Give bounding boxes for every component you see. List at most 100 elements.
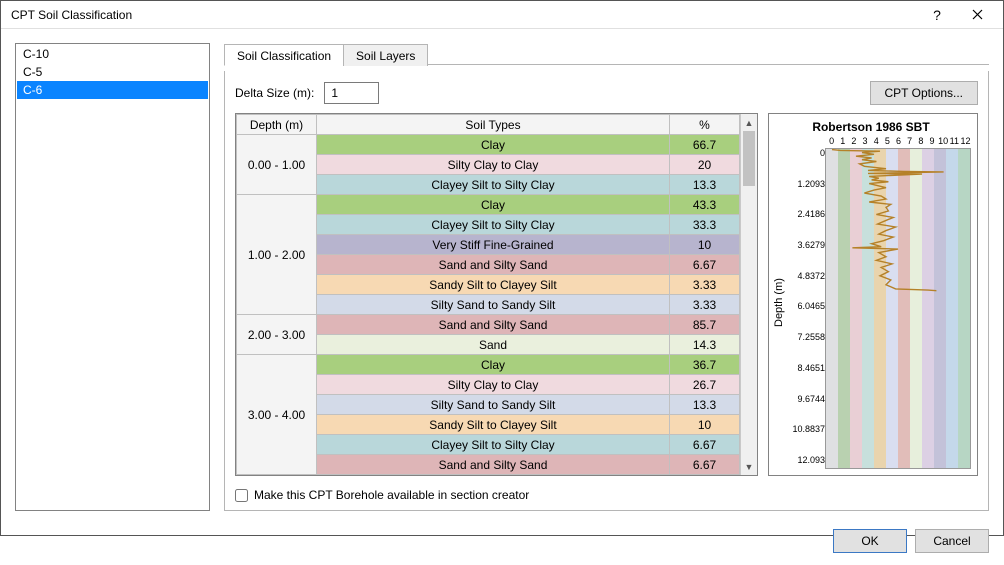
- x-tick: 7: [904, 136, 915, 148]
- pct-cell: 6.67: [670, 255, 740, 275]
- tab[interactable]: Soil Layers: [343, 44, 428, 66]
- tab[interactable]: Soil Classification: [224, 44, 344, 66]
- soil-table: Depth (m) Soil Types % 0.00 - 1.00Clay66…: [236, 114, 740, 475]
- soil-cell: Sand and Silty Sand: [317, 315, 670, 335]
- table-row[interactable]: 2.00 - 3.00Sand and Silty Sand85.7: [237, 315, 740, 335]
- soil-cell: Very Stiff Fine-Grained: [317, 235, 670, 255]
- sidebar-item[interactable]: C-10: [17, 45, 208, 63]
- pct-cell: 14.3: [670, 335, 740, 355]
- content-area: C-10C-5C-6 Soil ClassificationSoil Layer…: [1, 29, 1003, 525]
- y-tick: 3.6279: [787, 240, 825, 250]
- main-split: Depth (m) Soil Types % 0.00 - 1.00Clay66…: [235, 113, 978, 476]
- pct-cell: 36.7: [670, 355, 740, 375]
- ok-button[interactable]: OK: [833, 529, 907, 553]
- x-tick: 5: [882, 136, 893, 148]
- titlebar: CPT Soil Classification ?: [1, 1, 1003, 29]
- scroll-up-icon[interactable]: ▲: [741, 114, 757, 131]
- pct-cell: 20: [670, 155, 740, 175]
- y-tick: 10.8837: [787, 424, 825, 434]
- section-creator-label[interactable]: Make this CPT Borehole available in sect…: [254, 488, 529, 502]
- soil-cell: Silty Clay to Clay: [317, 155, 670, 175]
- x-tick: 0: [826, 136, 837, 148]
- soil-cell: Sand and Silty Sand: [317, 455, 670, 475]
- soil-cell: Silty Sand to Sandy Silt: [317, 295, 670, 315]
- y-tick: 2.4186: [787, 209, 825, 219]
- pct-cell: 43.3: [670, 195, 740, 215]
- pct-cell: 3.33: [670, 275, 740, 295]
- y-tick: 8.4651: [787, 363, 825, 373]
- y-axis-ticks: 01.20932.41863.62794.83726.04657.25588.4…: [787, 136, 825, 469]
- soil-cell: Clay: [317, 195, 670, 215]
- chart-plot: [825, 148, 971, 469]
- cpt-options-button[interactable]: CPT Options...: [870, 81, 978, 105]
- section-creator-checkbox[interactable]: [235, 489, 248, 502]
- soil-cell: Clayey Silt to Silty Clay: [317, 215, 670, 235]
- delta-size-label: Delta Size (m):: [235, 86, 314, 100]
- table-row[interactable]: 0.00 - 1.00Clay66.7: [237, 135, 740, 155]
- chart-line: [826, 149, 970, 293]
- x-tick: 8: [915, 136, 926, 148]
- soil-cell: Clayey Silt to Silty Clay: [317, 435, 670, 455]
- vertical-scrollbar[interactable]: ▲ ▼: [740, 114, 757, 475]
- table-row[interactable]: 3.00 - 4.00Clay36.7: [237, 355, 740, 375]
- top-controls: Delta Size (m): CPT Options...: [235, 81, 978, 105]
- y-tick: 9.6744: [787, 394, 825, 404]
- pct-cell: 66.7: [670, 135, 740, 155]
- y-tick: 1.2093: [787, 179, 825, 189]
- window-title: CPT Soil Classification: [11, 8, 917, 22]
- soil-cell: Clay: [317, 135, 670, 155]
- x-tick: 6: [893, 136, 904, 148]
- pct-cell: 6.67: [670, 435, 740, 455]
- soil-cell: Sandy Silt to Clayey Silt: [317, 275, 670, 295]
- col-depth-header: Depth (m): [237, 115, 317, 135]
- sidebar-item[interactable]: C-5: [17, 63, 208, 81]
- x-tick: 2: [848, 136, 859, 148]
- pct-cell: 33.3: [670, 215, 740, 235]
- x-axis-ticks: 0123456789101112: [825, 136, 971, 148]
- soil-cell: Clayey Silt to Silty Clay: [317, 175, 670, 195]
- pct-cell: 13.3: [670, 175, 740, 195]
- x-tick: 11: [949, 136, 960, 148]
- pct-cell: 10: [670, 235, 740, 255]
- cancel-button[interactable]: Cancel: [915, 529, 989, 553]
- sidebar-item[interactable]: C-6: [17, 81, 208, 99]
- y-axis-label: Depth (m): [771, 136, 787, 469]
- help-button[interactable]: ?: [917, 1, 957, 29]
- depth-cell: 2.00 - 3.00: [237, 315, 317, 355]
- borehole-list[interactable]: C-10C-5C-6: [15, 43, 210, 511]
- chart-title: Robertson 1986 SBT: [771, 120, 971, 134]
- scroll-down-icon[interactable]: ▼: [741, 458, 757, 475]
- x-tick: 4: [871, 136, 882, 148]
- pct-cell: 6.67: [670, 455, 740, 475]
- chart-panel: Robertson 1986 SBT Depth (m) 0 1.2093 2.41…: [768, 113, 978, 476]
- dialog-window: CPT Soil Classification ? C-10C-5C-6 Soi…: [0, 0, 1004, 536]
- soil-table-scroll: Depth (m) Soil Types % 0.00 - 1.00Clay66…: [236, 114, 740, 475]
- depth-cell: 3.00 - 4.00: [237, 355, 317, 475]
- x-tick: 9: [926, 136, 937, 148]
- scroll-track[interactable]: [741, 131, 757, 458]
- col-pct-header: %: [670, 115, 740, 135]
- pct-cell: 85.7: [670, 315, 740, 335]
- soil-table-panel: Depth (m) Soil Types % 0.00 - 1.00Clay66…: [235, 113, 758, 476]
- depth-cell: 0.00 - 1.00: [237, 135, 317, 195]
- table-row[interactable]: 1.00 - 2.00Clay43.3: [237, 195, 740, 215]
- scroll-thumb[interactable]: [743, 131, 755, 186]
- delta-size-input[interactable]: [324, 82, 379, 104]
- pct-cell: 26.7: [670, 375, 740, 395]
- tab-body: Delta Size (m): CPT Options... Depth (m)…: [224, 71, 989, 511]
- dialog-footer: OK Cancel: [1, 525, 1003, 565]
- y-tick: 4.8372: [787, 271, 825, 281]
- soil-cell: Sand: [317, 335, 670, 355]
- y-tick: 7.2558: [787, 332, 825, 342]
- pct-cell: 10: [670, 415, 740, 435]
- pct-cell: 3.33: [670, 295, 740, 315]
- close-button[interactable]: [957, 1, 997, 29]
- section-creator-checkbox-row: Make this CPT Borehole available in sect…: [235, 484, 978, 502]
- y-tick: 12.093: [787, 455, 825, 465]
- soil-cell: Clay: [317, 355, 670, 375]
- y-tick: 0: [787, 148, 825, 158]
- chart-area: Depth (m) 01.20932.41863.62794.83726.046…: [771, 136, 971, 469]
- x-tick: 1: [837, 136, 848, 148]
- soil-cell: Silty Sand to Sandy Silt: [317, 395, 670, 415]
- x-tick: 10: [938, 136, 949, 148]
